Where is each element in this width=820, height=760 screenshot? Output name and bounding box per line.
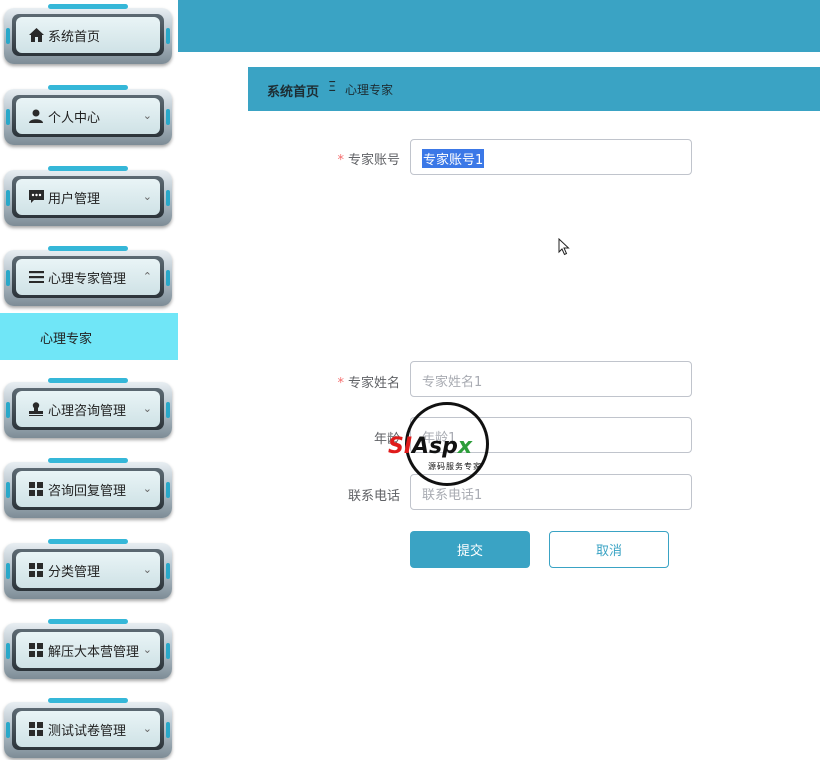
chevron-down-icon: ⌄ [142, 722, 152, 735]
age-label: 年龄 [373, 432, 400, 447]
home-icon [28, 27, 44, 43]
grid-icon [28, 562, 44, 578]
chevron-up-icon: ⌃ [142, 270, 152, 283]
grid-icon [28, 481, 44, 497]
account-field[interactable]: 专家账号1 [410, 139, 692, 175]
submit-button[interactable]: 提交 [410, 531, 530, 568]
name-field[interactable]: 专家姓名1 [410, 361, 692, 397]
sidebar-item-home[interactable]: 系统首页 [4, 2, 174, 66]
sidebar-item-test-paper-management[interactable]: 测试试卷管理 ⌄ [4, 696, 174, 760]
sidebar-item-relax-camp-management[interactable]: 解压大本营管理 ⌄ [4, 617, 174, 681]
sidebar-item-label: 心理专家管理 [48, 271, 127, 287]
chevron-down-icon: ⌄ [142, 190, 152, 203]
chevron-down-icon: ⌄ [142, 109, 152, 122]
sidebar-item-label: 心理咨询管理 [48, 403, 127, 419]
sidebar: 系统首页 个人中心 ⌄ 用户管理 ⌄ 心理专家管理 ⌃ 心理专家 心理咨询管理 … [0, 0, 178, 758]
watermark-subtitle: 源码服务专家 [428, 462, 482, 471]
grid-icon [28, 642, 44, 658]
chevron-down-icon: ⌄ [142, 482, 152, 495]
grid-icon [28, 721, 44, 737]
chevron-down-icon: ⌄ [142, 402, 152, 415]
user-icon [28, 108, 44, 124]
breadcrumb-separator: Ξ [328, 80, 337, 95]
name-label: * 专家姓名 [337, 376, 400, 391]
stamp-icon [28, 401, 44, 417]
breadcrumb-home[interactable]: 系统首页 [267, 81, 319, 100]
sidebar-item-user-management[interactable]: 用户管理 ⌄ [4, 164, 174, 228]
list-icon [28, 269, 44, 285]
sidebar-item-label: 分类管理 [48, 564, 101, 580]
sidebar-item-consultation-management[interactable]: 心理咨询管理 ⌄ [4, 376, 174, 440]
chat-icon [28, 189, 44, 205]
sidebar-item-label: 用户管理 [48, 191, 101, 207]
top-header-bar [178, 0, 820, 52]
sidebar-item-personal-center[interactable]: 个人中心 ⌄ [4, 83, 174, 147]
name-placeholder: 专家姓名1 [422, 375, 483, 390]
phone-label: 联系电话 [347, 489, 400, 504]
watermark-text: SIAspx [388, 434, 473, 459]
sidebar-item-reply-management[interactable]: 咨询回复管理 ⌄ [4, 456, 174, 520]
chevron-down-icon: ⌄ [142, 563, 152, 576]
submenu-item-label: 心理专家 [40, 332, 93, 347]
sidebar-item-label: 咨询回复管理 [48, 483, 127, 499]
breadcrumb-current: 心理专家 [345, 83, 394, 97]
submenu-item-expert[interactable]: 心理专家 [0, 313, 178, 360]
sidebar-item-label: 系统首页 [48, 29, 101, 45]
sidebar-item-category-management[interactable]: 分类管理 ⌄ [4, 537, 174, 601]
breadcrumb: 系统首页 Ξ 心理专家 [248, 67, 820, 111]
account-label: * 专家账号 [337, 153, 400, 168]
sidebar-item-expert-management[interactable]: 心理专家管理 ⌃ [4, 244, 174, 308]
sidebar-item-label: 解压大本营管理 [48, 644, 140, 660]
sidebar-item-label: 个人中心 [48, 110, 101, 126]
account-value: 专家账号1 [422, 149, 485, 168]
cancel-button[interactable]: 取消 [549, 531, 669, 568]
chevron-down-icon: ⌄ [142, 643, 152, 656]
watermark-logo: SIAspx 源码服务专家 [388, 402, 512, 502]
mouse-cursor-icon [558, 238, 570, 256]
required-mark: * [337, 153, 344, 168]
sidebar-item-label: 测试试卷管理 [48, 723, 127, 739]
required-mark: * [337, 376, 344, 391]
